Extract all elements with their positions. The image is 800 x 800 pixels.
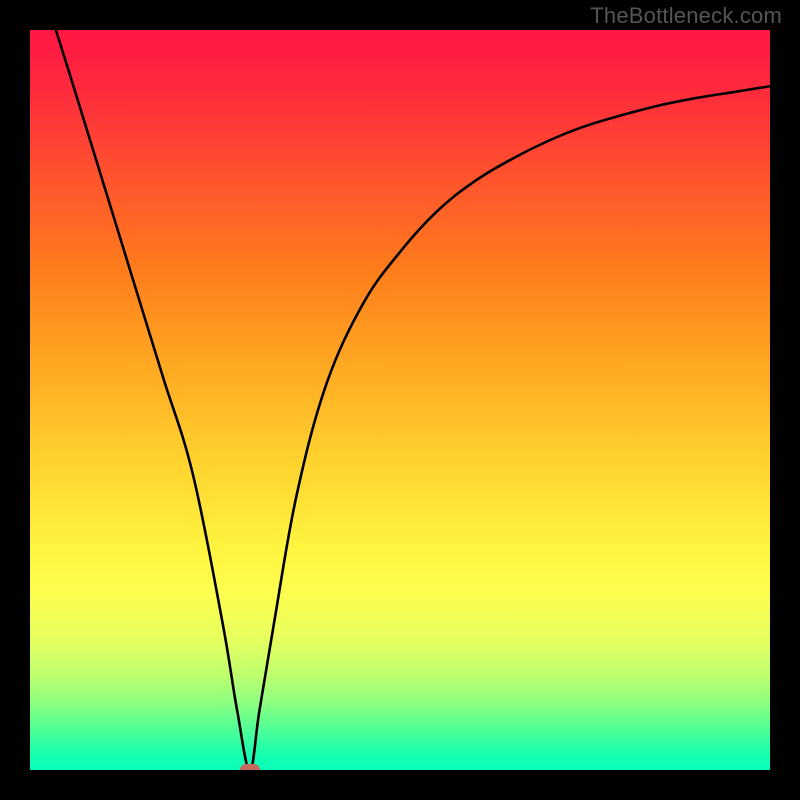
optimal-point-marker xyxy=(240,764,260,770)
bottleneck-curve xyxy=(56,30,770,770)
curve-svg xyxy=(30,30,770,770)
watermark-text: TheBottleneck.com xyxy=(590,3,782,29)
plot-area xyxy=(30,30,770,770)
